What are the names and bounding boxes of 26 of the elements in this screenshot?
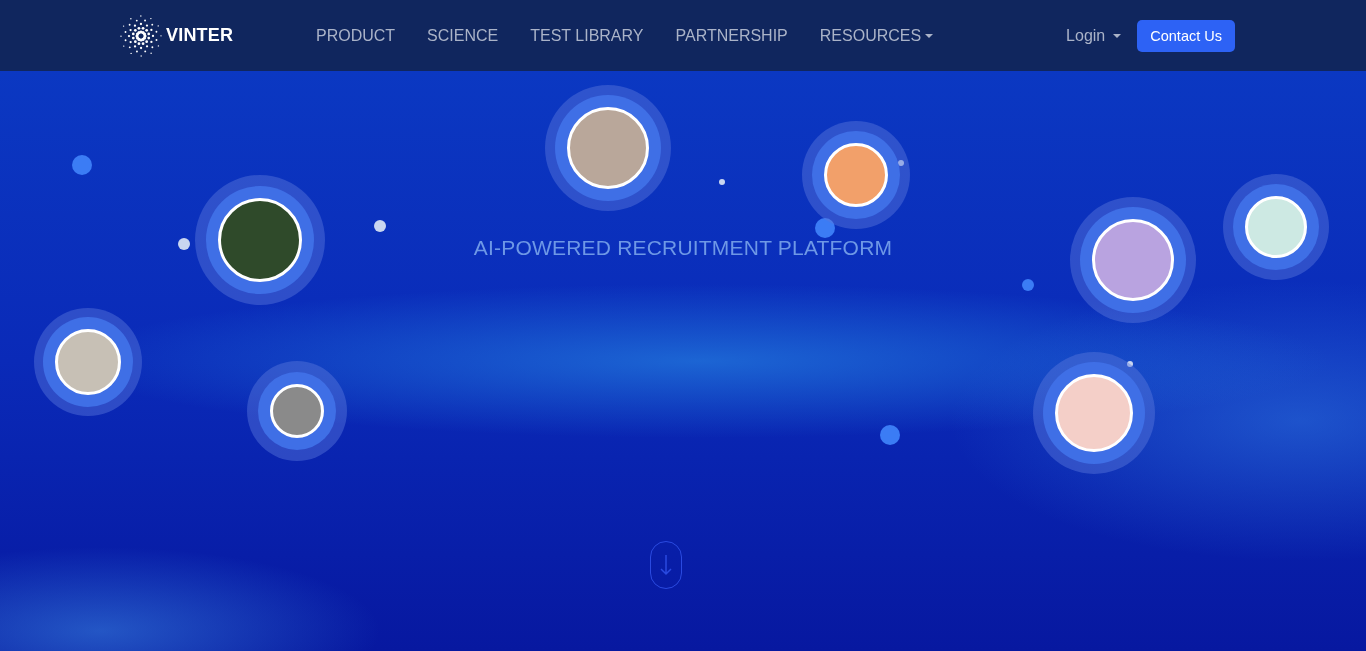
decorative-dot: [1127, 361, 1133, 367]
nav-link[interactable]: SCIENCE: [427, 26, 499, 45]
caret-icon: [925, 33, 934, 38]
nav-link[interactable]: PARTNERSHIP: [675, 26, 788, 45]
decorative-dot: [374, 220, 386, 232]
nav-link[interactable]: TEST LIBRARY: [530, 26, 644, 45]
hero-tagline: AI-POWERED RECRUITMENT PLATFORM: [473, 236, 893, 260]
down-arrow-icon: [660, 554, 672, 576]
nav-link[interactable]: PRODUCT: [316, 26, 396, 45]
decorative-dot: [72, 155, 92, 175]
decorative-dot: [815, 218, 835, 238]
decorative-dot: [1022, 279, 1034, 291]
decorative-dot: [719, 179, 725, 185]
decorative-dot: [898, 160, 904, 166]
login-link[interactable]: Login: [1066, 26, 1122, 45]
brand-name[interactable]: VINTER: [166, 25, 234, 46]
logo-icon: [118, 12, 164, 59]
caret-icon: [1113, 33, 1122, 38]
decorative-dot: [880, 425, 900, 445]
avatar-placeholder: [824, 143, 888, 207]
avatar-placeholder: [270, 384, 324, 438]
decorative-dot: [178, 238, 190, 250]
nav-link[interactable]: RESOURCES: [819, 26, 934, 45]
contact-button[interactable]: Contact Us: [1137, 19, 1235, 52]
avatar-placeholder: [55, 329, 121, 395]
avatar-placeholder: [1245, 196, 1307, 258]
